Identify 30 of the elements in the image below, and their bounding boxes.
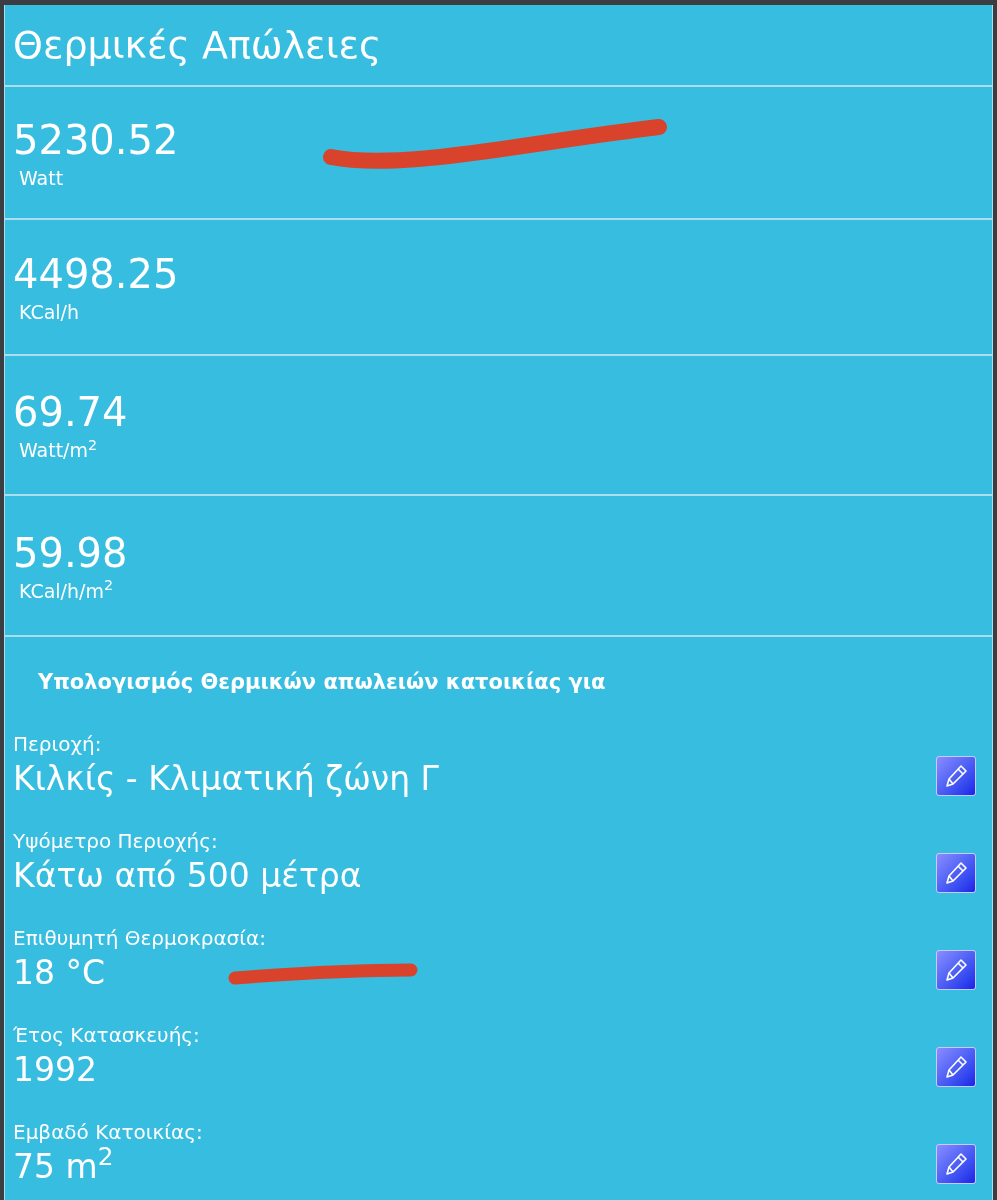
edit-button[interactable] [936,949,976,990]
pencil-icon [943,762,969,789]
pencil-icon [943,859,969,886]
field-value: Κιλκίς - Κλιματική ζώνη Γ [13,757,439,800]
panel-title: Θερμικές Απώλειες [13,26,382,64]
pencil-icon [943,1053,969,1080]
pencil-icon [943,1150,969,1177]
edit-button[interactable] [936,1143,976,1184]
field-label: Εμβαδό Κατοικίας: [13,1118,203,1146]
result-unit: Watt [18,165,64,191]
field-value: 75 m$^{2}$ [13,1145,114,1188]
result-value: 4498.25 [13,250,179,299]
result-value: 5230.52 [13,115,179,165]
section-heading: Υπολογισμός Θερμικών απωλειών κατοικίας για [37,669,606,696]
result-value: 59.98 [13,528,128,578]
edit-button[interactable] [936,755,976,796]
field-label: Περιοχή: [13,730,102,758]
field-value: 1992 [13,1048,97,1091]
result-unit: Watt/m$^{2}$ [18,437,98,463]
edit-button[interactable] [936,852,976,893]
field-label: Έτος Κατασκευής: [13,1021,200,1049]
result-unit: KCal/h/m$^{2}$ [18,577,114,604]
result-unit: KCal/h [18,300,80,325]
field-label: Επιθυμητή Θερμοκρασία: [13,924,266,952]
field-label: Υψόμετρο Περιοχής: [13,827,218,855]
field-value: Κάτω από 500 μέτρα [13,854,362,897]
edit-button[interactable] [936,1046,976,1087]
pencil-icon [943,956,969,983]
result-value: 69.74 [13,388,128,437]
field-value: 18 °C [13,951,106,994]
